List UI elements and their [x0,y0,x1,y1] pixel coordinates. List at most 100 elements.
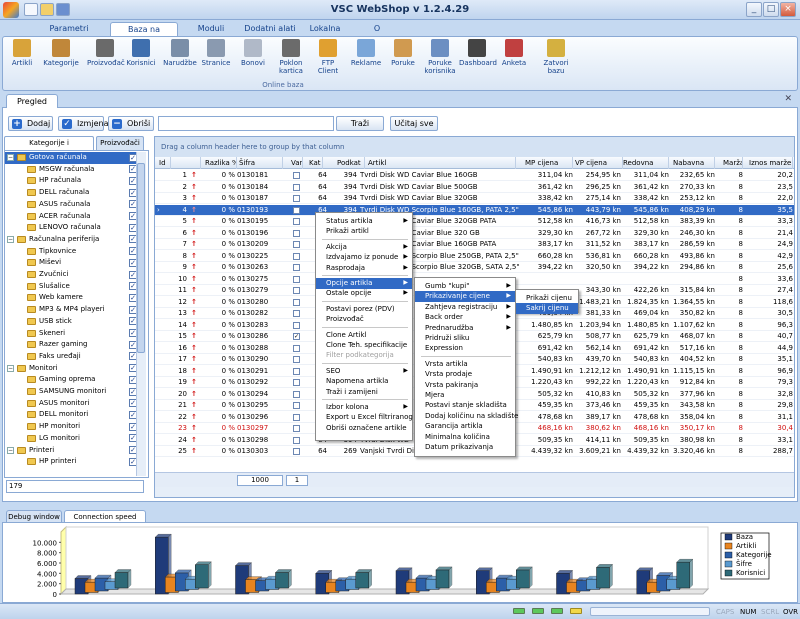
menu-item-garancija-artikla[interactable]: Garancija artikla [415,421,515,432]
add-button[interactable]: + Dodaj [8,116,53,131]
tab-moduli-programa[interactable]: Moduli programa [180,22,242,47]
tree-item-msgw-racunala[interactable]: MSGW računala ✓ [5,164,139,176]
table-row[interactable]: ↑ 1 0 % 0130181 64 394 Tvrdi Disk WD Caviar Bl… [155,170,794,182]
tree-item-acer-racunala[interactable]: ACER računala ✓ [5,211,139,223]
ribbon-button-poklon-kartica[interactable]: Poklon kartica [275,39,307,83]
table-row[interactable]: ↑ 7 0 % 0130209 Tvrdi Disk WD Caviar Blue 16… [155,239,794,251]
table-row[interactable]: ↑ 9 0 % 0130263 Tvrdi Disk WD Scorpio Blue 3… [155,262,794,274]
var-checkbox[interactable] [293,183,300,191]
tab-baza-na-internetu[interactable]: Baza na internetu [110,22,178,48]
var-checkbox[interactable] [293,310,300,317]
ribbon-button-korisnici[interactable]: Korisnici [125,39,157,83]
tree-item-samsung-monitori[interactable]: SAMSUNG monitori ✓ [5,386,139,398]
menu-item-prikazi-artikl[interactable]: Prikaži artikl [316,226,412,237]
ribbon-button-stranice[interactable]: Stranice [201,39,231,83]
ribbon-button-narudzbe[interactable]: Narudžbe [163,39,197,83]
maximize-button[interactable]: □ [763,2,779,17]
tree-item-skeneri[interactable]: Skeneri ✓ [5,328,139,340]
grid-horizontal-scrollbar[interactable] [155,487,794,497]
category-tree[interactable]: − Gotova računala ✓ MSGW računala ✓ HP računa… [4,150,149,478]
tree-item-slusalice[interactable]: Slušalice ✓ [5,281,139,293]
menu-item-izbor-kolona[interactable]: Izbor kolona ▶ [316,402,412,413]
var-checkbox[interactable] [293,390,300,398]
tab-lokalna-baza[interactable]: Lokalna baza [300,22,350,47]
ribbon-button-reklame[interactable]: Reklame [349,39,383,83]
menu-item-pridruzi-sliku[interactable]: Pridruži sliku [415,333,515,344]
group-by-panel[interactable]: Drag a column header here to group by th… [155,137,794,157]
var-checkbox[interactable] [293,425,300,432]
column-header-podkat[interactable]: Podkat [335,157,365,169]
column-header-iznos-marze[interactable]: Iznos marže [747,157,793,169]
tree-item-hp-monitori[interactable]: HP monitori ✓ [5,421,139,433]
table-row[interactable]: › ↑ 4 0 % 0130193 64 394 Tvrdi Disk WD Scorpio … [155,204,794,216]
var-checkbox[interactable] [293,172,300,179]
tree-item-gotova-racunala[interactable]: − Gotova računala ✓ [5,152,139,164]
menu-item-back-order[interactable]: Back order ▶ [415,312,515,323]
var-checkbox[interactable] [293,367,300,375]
search-button[interactable]: Traži [336,116,384,131]
column-header-id[interactable]: Id [157,157,171,169]
column-header-razlika[interactable]: Razlika % [203,157,237,169]
menu-item-minimalna-kolicina[interactable]: Minimalna količina [415,432,515,443]
menu-item-expression[interactable]: Expression [415,343,515,354]
tree-item-razer-gaming[interactable]: Razer gaming ✓ [5,339,139,351]
menu-item-mjera[interactable]: Mjera [415,390,515,401]
menu-item-prikazivanje-cijene[interactable]: Prikazivanje cijene ▶ [415,291,515,302]
var-checkbox[interactable] [293,195,300,202]
ribbon-button-kategorije[interactable]: Kategorije [43,39,79,83]
minimize-button[interactable]: _ [746,2,762,17]
tree-item-dell-racunala[interactable]: DELL računala ✓ [5,187,139,199]
menu-item-clone-teh-specifikacije[interactable]: Clone Teh. specifikacije [316,340,412,351]
var-checkbox[interactable] [293,402,300,409]
column-header-artikl[interactable]: Artikl [366,157,516,169]
table-row[interactable]: ↑ 6 0 % 0130196 Tvrdi Disk WD Caviar Blue 32… [155,228,794,239]
column-header-mp-cijena[interactable]: MP cijena [523,157,573,169]
close-tab-icon[interactable]: ✕ [784,94,792,104]
var-checkbox[interactable] [293,241,300,248]
tree-item-zvucnici[interactable]: Zvučnici ✓ [5,269,139,281]
menu-item-obrisi-oznacene-artikle[interactable]: Obriši označene artikle [316,423,412,434]
tab-dodatni-alati[interactable]: Dodatni alati [244,22,296,36]
ribbon-button-poruke-korisnika[interactable]: Poruke korisnika [423,39,457,83]
ribbon-button-anketa[interactable]: Anketa [499,39,529,83]
table-row[interactable]: ↑ 8 0 % 0130225 Tvrdi Disk WD Scorpio Blue 2… [155,251,794,262]
collapse-toggle-icon[interactable]: − [7,235,14,243]
menu-item-export-u-excel-filtriranog[interactable]: Export u Excel filtriranog [316,412,413,423]
column-header-vp-cijena[interactable]: VP cijena [573,157,623,169]
edit-button[interactable]: ✓ Izmjena [58,116,108,131]
tree-item-lenovo-racunala[interactable]: LENOVO računala ✓ [5,222,139,234]
column-header-marza[interactable]: Marža % [721,157,743,169]
tree-item-dell-monitori[interactable]: DELL monitori ✓ [5,409,139,421]
tree-item-racunalna-periferija[interactable]: − Računalna periferija ✓ [5,234,139,246]
var-checkbox[interactable] [293,229,300,237]
column-header-flag[interactable] [181,157,201,169]
menu-item-vrsta-pakiranja[interactable]: Vrsta pakiranja [415,380,515,391]
tab-o-programu[interactable]: O programu [354,22,400,47]
menu-item-sakrij-cijenu[interactable]: Sakrij cijenu [516,303,578,314]
var-checkbox[interactable] [293,218,300,225]
menu-item-postavi-stanje-skladista[interactable]: Postavi stanje skladišta [415,400,515,411]
menu-item-prikazi-cijenu[interactable]: Prikaži cijenu [516,293,578,304]
load-all-button[interactable]: Učitaj sve [390,116,438,131]
var-checkbox[interactable] [293,448,300,455]
tree-item-web-kamere[interactable]: Web kamere ✓ [5,292,139,304]
column-header-nabavna[interactable]: Nabavna [671,157,715,169]
tree-item-misevi[interactable]: Miševi ✓ [5,257,139,269]
column-header-redovna[interactable]: Redovna [621,157,669,169]
tab-proizvodaci[interactable]: Proizvođači [96,136,144,150]
menu-item-dodaj-kolicinu-na-skladiste[interactable]: Dodaj količinu na skladište [415,411,518,422]
menu-item-zahtjeva-registraciju[interactable]: Zahtjeva registraciju ▶ [415,302,515,313]
var-checkbox[interactable] [293,264,300,271]
menu-item-proizvo-ac[interactable]: Proizvođač [316,314,412,325]
menu-item-trazi-i-zamijeni[interactable]: Traži i zamijeni [316,387,412,398]
close-button[interactable]: × [780,2,796,17]
table-row[interactable]: ↑ 3 0 % 0130187 64 394 Tvrdi Disk WD Caviar Bl… [155,193,794,205]
menu-item-izdvajamo-iz-ponude[interactable]: Izdvajamo iz ponude ▶ [316,252,412,263]
var-checkbox[interactable] [293,413,300,421]
ribbon-button-poruke[interactable]: Poruke [389,39,417,83]
search-input[interactable] [158,116,334,131]
ribbon-button-ftp-client[interactable]: FTP Client [313,39,343,83]
tree-item-hp-printeri[interactable]: HP printeri ✓ [5,456,139,468]
tree-item-lg-monitori[interactable]: LG monitori ✓ [5,433,139,445]
table-row[interactable]: ↑ 5 0 % 0130195 Tvrdi Disk WD Caviar Blue 32… [155,216,794,228]
